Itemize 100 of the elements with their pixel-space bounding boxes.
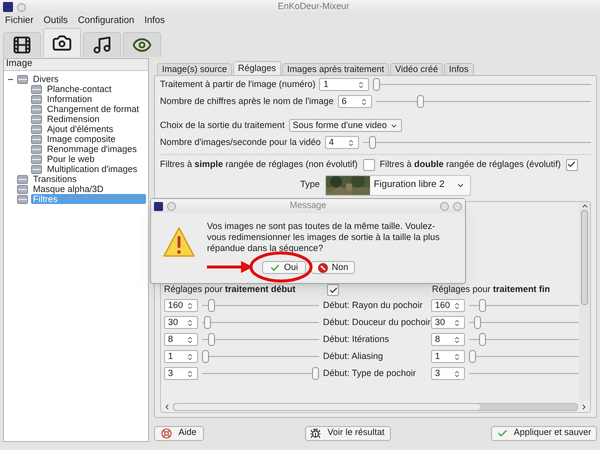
setting-label: Traitement à partir de l'image (numéro)	[160, 78, 316, 91]
tree-header: Image	[6, 57, 32, 72]
database-icon	[31, 104, 42, 114]
tab[interactable]: Image(s) source	[157, 63, 232, 75]
menu-item[interactable]: Infos	[144, 14, 165, 28]
slider-handle[interactable]	[312, 367, 319, 380]
database-icon	[31, 154, 42, 164]
database-icon	[17, 74, 28, 84]
section-header: Réglages pour traitement fin	[432, 283, 550, 296]
slider-track[interactable]	[202, 316, 319, 329]
preview-button[interactable]: Voir le résultat	[304, 426, 390, 440]
slider-track[interactable]	[202, 299, 319, 312]
spin-field[interactable]: 1	[319, 78, 370, 91]
slider-track[interactable]	[202, 350, 319, 363]
slider-handle[interactable]	[373, 78, 380, 91]
close-button[interactable]	[453, 202, 462, 210]
tree-item[interactable]: Image composite	[45, 134, 118, 144]
slider-handle[interactable]	[202, 350, 209, 363]
tree-item[interactable]: Pour le web	[45, 154, 97, 164]
slider-handle[interactable]	[204, 316, 212, 329]
slider-handle[interactable]	[479, 299, 486, 312]
spin-field[interactable]: 30	[164, 316, 198, 329]
spin-field[interactable]: 160	[164, 299, 198, 312]
setting-label: Choix de la sortie du traitement	[160, 118, 285, 132]
spin-field[interactable]: 1	[164, 350, 198, 363]
mode-tab[interactable]	[3, 32, 41, 57]
slider-handle[interactable]	[208, 299, 214, 312]
window-title: EnKoDeur-Mixeur	[278, 0, 350, 14]
spin-field[interactable]: 6	[338, 95, 372, 108]
spinner-arrows-icon	[453, 352, 461, 360]
menu-item[interactable]: Outils	[44, 14, 68, 28]
database-icon	[31, 164, 42, 174]
parameter-label: Début: Type de pochoir	[323, 366, 417, 380]
checkbox[interactable]	[327, 284, 339, 296]
spinner-arrows-icon	[186, 318, 194, 326]
tree-item[interactable]: Transitions	[31, 174, 79, 184]
spinner-arrows-icon	[453, 318, 461, 326]
slider-handle[interactable]	[417, 95, 424, 108]
help-button[interactable]: Aide	[154, 426, 204, 440]
menu-item[interactable]: Fichier	[5, 14, 34, 28]
tree-item[interactable]: Renommage d'images	[45, 144, 139, 154]
window-button[interactable]	[17, 2, 26, 12]
slider-track[interactable]	[373, 78, 591, 91]
slider-track[interactable]	[362, 136, 591, 149]
bug-icon	[310, 428, 322, 438]
spin-field[interactable]: 3	[164, 367, 198, 380]
database-icon	[31, 94, 42, 104]
tab[interactable]: Images après traitement	[282, 63, 390, 75]
tree-item[interactable]: Multiplication d'images	[45, 164, 140, 174]
vertical-scrollbar[interactable]	[579, 202, 590, 401]
spin-field[interactable]: 1	[431, 350, 465, 363]
menu-item[interactable]: Configuration	[78, 14, 134, 28]
tab[interactable]: Réglages	[233, 61, 282, 75]
spinner-arrows-icon	[186, 370, 194, 378]
tree-item[interactable]: Ajout d'éléments	[45, 124, 116, 134]
check-icon	[270, 262, 280, 272]
slider-handle[interactable]	[208, 333, 214, 346]
tab[interactable]: Infos	[444, 63, 474, 75]
window-button[interactable]	[167, 202, 176, 210]
slider-handle[interactable]	[479, 333, 486, 346]
type-dropdown[interactable]: Figuration libre 2	[324, 174, 471, 196]
slider-track[interactable]	[469, 299, 579, 312]
database-icon	[31, 84, 42, 94]
mode-tab[interactable]	[83, 32, 121, 57]
database-icon	[31, 144, 42, 154]
yes-button[interactable]: Oui	[262, 261, 306, 274]
slider-track[interactable]	[469, 350, 579, 363]
tree-item[interactable]: Divers	[31, 74, 61, 84]
app-icon	[154, 202, 163, 210]
slider-handle[interactable]	[474, 316, 482, 329]
slider-track[interactable]	[202, 367, 319, 380]
slider-track[interactable]	[376, 95, 591, 108]
spin-field[interactable]: 8	[431, 333, 465, 346]
spinner-arrows-icon	[453, 302, 461, 310]
spinner-arrows-icon	[186, 352, 194, 360]
slider-track[interactable]	[469, 316, 579, 329]
apply-button[interactable]: Appliquer et sauver	[491, 426, 597, 440]
slider-handle[interactable]	[469, 350, 476, 363]
output-dropdown[interactable]: Sous forme d'une video	[288, 119, 402, 132]
slider-handle[interactable]	[369, 136, 376, 149]
mode-tab[interactable]	[43, 28, 81, 57]
dialog-title: Message	[290, 199, 326, 212]
tree-item[interactable]: Information	[45, 94, 94, 104]
spin-field[interactable]: 30	[431, 316, 465, 329]
slider-track[interactable]	[202, 333, 319, 346]
no-button[interactable]: Non	[311, 261, 355, 274]
slider-track[interactable]	[469, 333, 579, 346]
tree-item[interactable]: Redimension	[45, 114, 102, 124]
minimize-button[interactable]	[440, 202, 449, 210]
checkbox[interactable]	[566, 158, 578, 170]
spin-field[interactable]: 3	[431, 367, 465, 380]
spin-field[interactable]: 4	[324, 136, 359, 149]
dialog-message: Vos images ne sont pas toutes de la même taille. Voulez-vous redimensionner les images de sortie à la taille la plus répandue dans la séquence?	[207, 221, 441, 255]
tree-item[interactable]: Planche-contact	[45, 84, 114, 94]
spin-field[interactable]: 8	[164, 333, 198, 346]
spin-field[interactable]: 160	[431, 299, 465, 312]
tree-item[interactable]: Masque alpha/3D	[31, 184, 106, 194]
tab[interactable]: Vidéo créé	[390, 63, 443, 75]
tree-item[interactable]: Changement de format	[45, 104, 142, 114]
checkbox[interactable]	[362, 158, 375, 170]
